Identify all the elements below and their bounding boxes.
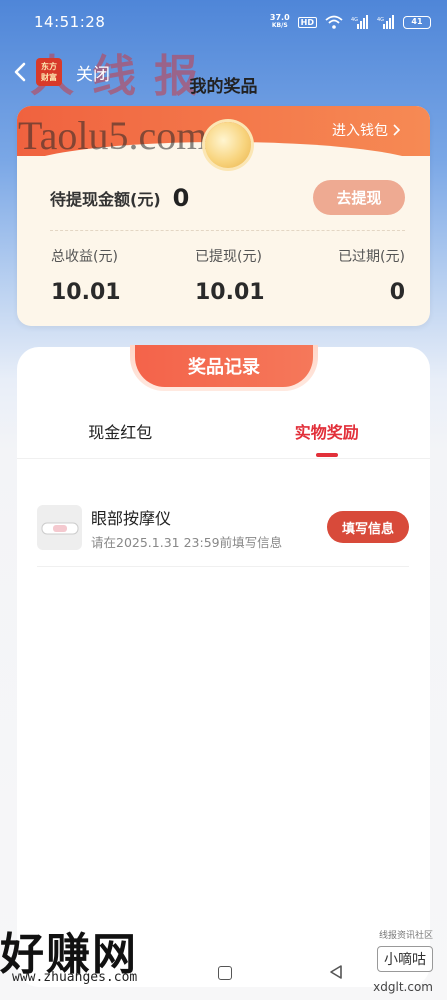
stat-expired-value: 0	[389, 280, 405, 305]
pending-label: 待提现金额(元)	[50, 190, 161, 209]
stat-withdrawn: 已提现(元) 10.01	[195, 246, 265, 305]
tab-bar: 现金红包 实物奖励	[17, 419, 430, 459]
logo-line1: 东方	[41, 62, 57, 71]
tab-cash-redpacket[interactable]: 现金红包	[17, 419, 224, 458]
prize-name: 眼部按摩仪	[91, 509, 172, 528]
stat-total-value: 10.01	[51, 280, 121, 305]
chevron-right-icon	[393, 124, 400, 136]
status-bar: 14:51:28 37.0 KB/S HD 4G 4G 41	[0, 0, 447, 44]
withdraw-button[interactable]: 去提现	[313, 180, 405, 215]
hd-badge: HD	[297, 16, 317, 28]
net-speed-value: 37.0	[269, 13, 290, 22]
fill-info-button[interactable]: 填写信息	[327, 511, 409, 543]
wifi-icon	[325, 15, 343, 29]
stat-withdrawn-value: 10.01	[195, 280, 265, 305]
watermark-site: Taolu5.com	[18, 113, 208, 158]
records-title: 奖品记录	[135, 345, 313, 387]
divider	[50, 230, 405, 231]
list-item: 眼部按摩仪 请在2025.1.31 23:59前填写信息 填写信息	[37, 487, 409, 567]
status-time: 14:51:28	[34, 13, 106, 31]
tab-physical-rewards[interactable]: 实物奖励	[224, 419, 431, 458]
pending-value: 0	[172, 184, 190, 212]
prize-deadline: 请在2025.1.31 23:59前填写信息	[91, 535, 283, 550]
home-square-icon[interactable]	[218, 966, 232, 980]
coin-icon	[205, 122, 251, 168]
signal-icon: 4G	[351, 15, 368, 29]
enter-wallet-label: 进入钱包	[332, 123, 388, 139]
signal-label: 4G	[351, 17, 358, 23]
tab-indicator	[315, 453, 338, 457]
page-title: 我的奖品	[189, 77, 258, 97]
stat-expired: 已过期(元) 0	[338, 246, 405, 305]
tab-label: 实物奖励	[294, 423, 359, 442]
net-speed: 37.0 KB/S	[270, 14, 290, 30]
records-panel: 奖品记录 现金红包 实物奖励 眼部按摩仪 请在2025.1.31 23:59前填…	[17, 345, 430, 987]
pending-row: 待提现金额(元) 0	[50, 184, 189, 212]
watermark-url: www.zhuanges.com	[12, 970, 138, 985]
watermark-badge: 小嘀咕	[377, 946, 433, 972]
signal-icon-2: 4G	[377, 15, 394, 29]
stat-total-label: 总收益(元)	[51, 249, 118, 265]
signal-label-2: 4G	[377, 17, 384, 23]
battery-icon: 41	[403, 15, 431, 29]
prize-thumbnail	[37, 505, 82, 550]
watermark-caption: 线报资讯社区	[378, 931, 433, 941]
eye-massager-icon	[41, 522, 78, 534]
tab-label: 现金红包	[88, 423, 153, 442]
triangle-back-icon[interactable]	[328, 964, 344, 980]
watermark-domain: xdglt.com	[373, 980, 433, 994]
stat-total: 总收益(元) 10.01	[51, 246, 121, 305]
stat-expired-label: 已过期(元)	[338, 249, 405, 265]
net-speed-unit: KB/S	[271, 22, 288, 29]
enter-wallet-link[interactable]: 进入钱包	[332, 120, 400, 140]
status-icons: 37.0 KB/S HD 4G 4G 41	[270, 14, 431, 30]
stat-withdrawn-label: 已提现(元)	[195, 249, 262, 265]
